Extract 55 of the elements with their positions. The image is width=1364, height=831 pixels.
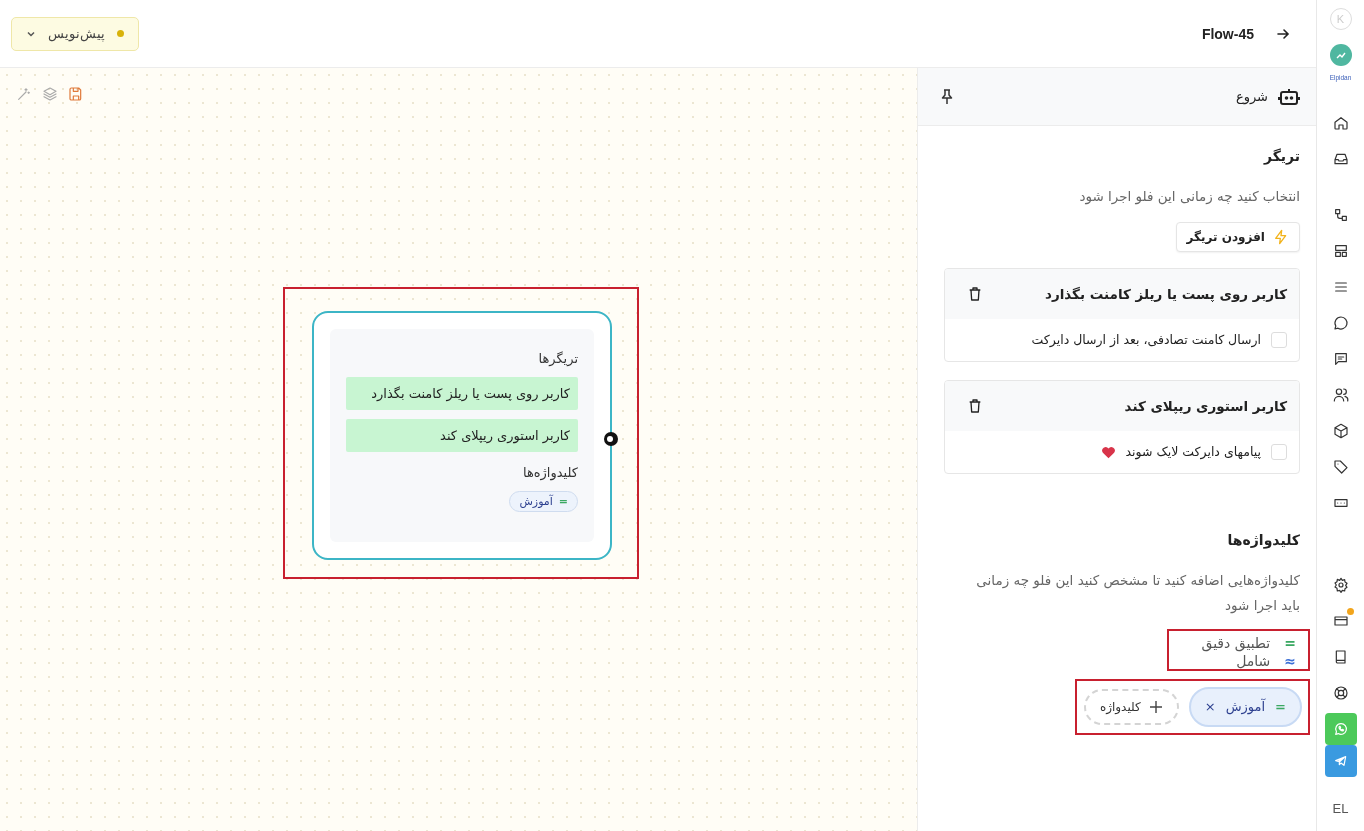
keyword-chip: = آموزش (509, 491, 578, 512)
arrow-right-icon[interactable] (1276, 26, 1290, 41)
node-trigger: کاربر استوری ریپلای کند (346, 419, 578, 452)
status-dropdown[interactable]: پیش‌نویس (11, 16, 139, 51)
option-label: ارسال کامنت تصادفی، بعد از ارسال دایرکت (1031, 332, 1261, 348)
lightning-icon (1273, 228, 1289, 245)
pin-icon[interactable] (940, 88, 954, 105)
connection-handle[interactable] (603, 431, 619, 447)
flow-name: Flow-45 (1201, 25, 1254, 42)
section-description: کلیدواژه‌هایی اضافه کنید تا مشخص کنید این فلو چه زمانی باید اجرا شود (975, 570, 1300, 616)
panel-title: شروع (1235, 89, 1268, 104)
match-mode-label: شامل (1236, 652, 1271, 669)
node-trigger: کاربر روی پست یا ریلز کامنت بگذارد (346, 377, 578, 410)
trigger-title: کاربر روی پست یا ریلز کامنت بگذارد (1045, 285, 1287, 302)
keyword-chip[interactable]: = آموزش × (1188, 686, 1302, 727)
telegram-icon (1332, 753, 1349, 769)
home-icon (1332, 115, 1349, 131)
robot-icon (1278, 86, 1300, 107)
add-keyword-button[interactable]: کلیدواژه (1083, 688, 1179, 725)
remove-keyword-button[interactable]: × (1204, 699, 1216, 715)
cube-icon (1332, 423, 1349, 439)
node-section-label: تریگرها (537, 351, 578, 366)
settings-icon (1332, 577, 1349, 593)
section-description: انتخاب کنید چه زمانی این فلو اجرا شود (1078, 187, 1300, 207)
layers-icon (42, 86, 58, 102)
users-icon (1332, 387, 1349, 403)
message-icon (1332, 351, 1349, 367)
flow-icon (1332, 207, 1349, 223)
credit-card-icon (1332, 613, 1349, 629)
trash-icon[interactable] (967, 397, 983, 414)
flow-node[interactable]: تریگرها کاربر روی پست یا ریلز کامنت بگذارد کاربر استوری ریپلای کند کلیدواژه‌ها = آموزش (312, 311, 612, 560)
layout-icon (1332, 243, 1349, 259)
save-icon (68, 86, 84, 102)
trigger-title: کاربر استوری ریپلای کند (1124, 397, 1287, 414)
checkbox[interactable] (1271, 443, 1287, 460)
checkbox[interactable] (1271, 331, 1287, 348)
whatsapp-icon (1332, 721, 1349, 737)
option-label: پیامهای دایرکت لایک شوند (1125, 444, 1261, 460)
trash-icon[interactable] (967, 285, 983, 302)
lifebuoy-icon (1332, 685, 1349, 701)
magic-wand-icon (16, 86, 32, 102)
inbox-icon (1332, 151, 1349, 167)
plus-icon (1148, 699, 1163, 714)
match-symbol: = (1284, 634, 1296, 651)
chat-bubble-icon (1332, 315, 1349, 331)
add-trigger-button[interactable]: افزودن تریگر (1175, 221, 1300, 252)
language-code: EL (1332, 801, 1349, 816)
section-title: تریگر (1262, 148, 1300, 164)
section-title: کلیدواژه‌ها (1226, 531, 1300, 548)
match-mode-label: تطبیق دقیق (1201, 634, 1271, 651)
tag-icon (1332, 459, 1349, 475)
list-icon (1332, 279, 1349, 295)
node-section-label: کلیدواژه‌ها (521, 465, 578, 480)
match-symbol: ≈ (1284, 652, 1296, 669)
status-dot (117, 30, 124, 37)
